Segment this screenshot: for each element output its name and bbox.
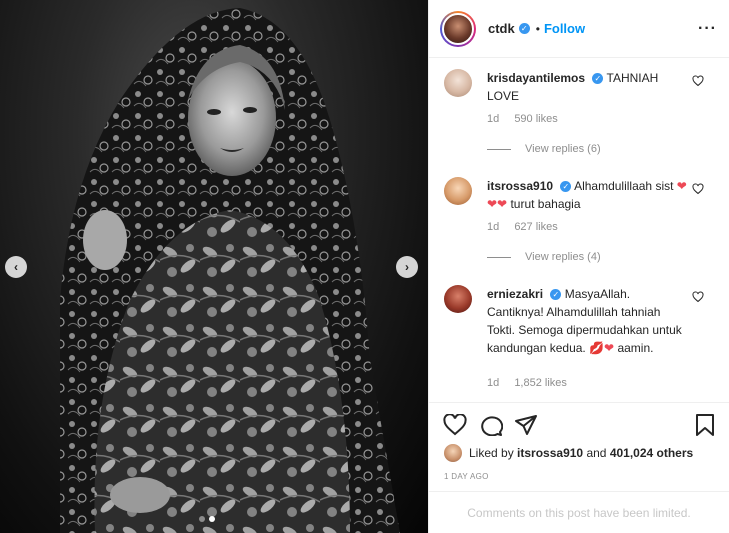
- commenter-username[interactable]: erniezakri: [487, 287, 543, 301]
- comment-time: 1d: [487, 113, 500, 125]
- liked-by-user[interactable]: itsrossa910: [517, 446, 583, 460]
- follow-button[interactable]: Follow: [544, 21, 585, 36]
- comment-body: erniezakri ✓ MasyaAllah. Cantiknya! Alha…: [487, 285, 687, 357]
- view-replies-label: View replies (4): [525, 251, 601, 263]
- save-bookmark-icon[interactable]: [695, 414, 715, 436]
- comment-time: 1d: [487, 377, 500, 389]
- comment-likes[interactable]: 1,852 likes: [514, 377, 567, 389]
- post-photo: ‹ ›: [0, 0, 428, 533]
- comment-meta: 1d 1,852 likes: [487, 377, 579, 389]
- post-actions: [429, 402, 729, 442]
- verified-badge-icon: ✓: [560, 181, 572, 193]
- post-header: ctdk ✓ • Follow ···: [429, 0, 729, 58]
- comments-list: krisdayantilemos ✓ TAHNIAH LOVE 1d 590 l…: [429, 59, 729, 402]
- comments-limited-notice: Comments on this post have been limited.: [429, 491, 729, 533]
- header-separator: •: [535, 21, 540, 36]
- commenter-avatar[interactable]: [444, 69, 472, 97]
- post-side-panel: ctdk ✓ • Follow ··· krisdayantilemos ✓ T…: [428, 0, 729, 533]
- liker-avatar[interactable]: [444, 444, 462, 462]
- liked-by-middle: and: [586, 446, 607, 460]
- view-replies-label: View replies (6): [525, 143, 601, 155]
- comment-time: 1d: [487, 221, 500, 233]
- chevron-right-icon: ›: [405, 260, 409, 274]
- post-time-ago[interactable]: 1 DAY AGO: [444, 472, 489, 481]
- author-username[interactable]: ctdk: [488, 21, 515, 36]
- like-comment-heart-icon[interactable]: [692, 183, 704, 195]
- like-comment-heart-icon[interactable]: [692, 291, 704, 303]
- photo-illustration: [60, 8, 400, 533]
- comment-body: itsrossa910 ✓ Alhamdulillaah sist ❤❤❤ tu…: [487, 177, 687, 213]
- liked-by-prefix: Liked by: [469, 446, 514, 460]
- previous-photo-button[interactable]: ‹: [5, 256, 27, 278]
- commenter-avatar[interactable]: [444, 177, 472, 205]
- kiss-heart-emoji: 💋❤: [589, 341, 615, 355]
- next-photo-button[interactable]: ›: [396, 256, 418, 278]
- verified-badge-icon: ✓: [592, 73, 604, 85]
- verified-badge-icon: ✓: [550, 289, 562, 301]
- view-replies-button[interactable]: View replies (4): [487, 251, 601, 263]
- like-heart-icon[interactable]: [443, 414, 467, 436]
- like-comment-heart-icon[interactable]: [692, 75, 704, 87]
- chevron-left-icon: ‹: [14, 260, 18, 274]
- carousel-dot: [199, 516, 205, 522]
- commenter-username[interactable]: krisdayantilemos: [487, 71, 585, 85]
- comment-likes[interactable]: 590 likes: [514, 113, 557, 125]
- more-horizontal-icon[interactable]: ···: [698, 20, 717, 38]
- comment-likes[interactable]: 627 likes: [514, 221, 557, 233]
- comment-body: krisdayantilemos ✓ TAHNIAH LOVE: [487, 69, 687, 105]
- verified-badge-icon: ✓: [518, 23, 530, 34]
- share-paper-plane-icon[interactable]: [514, 414, 538, 436]
- comment-meta: 1d 627 likes: [487, 221, 570, 233]
- commenter-avatar[interactable]: [444, 285, 472, 313]
- likes-summary: Liked by itsrossa910 and 401,024 others: [444, 444, 693, 462]
- comment-meta: 1d 590 likes: [487, 113, 570, 125]
- comment-text: Alhamdulillaah sist: [574, 179, 674, 193]
- carousel-indicator: [199, 516, 215, 522]
- comment-bubble-icon[interactable]: [479, 414, 503, 436]
- comment-text-after: aamin.: [617, 341, 654, 355]
- comment-text-after: turut bahagia: [510, 197, 581, 211]
- carousel-dot-active: [209, 516, 215, 522]
- author-avatar[interactable]: [440, 10, 476, 47]
- liked-by-others[interactable]: 401,024 others: [610, 446, 693, 460]
- view-replies-button[interactable]: View replies (6): [487, 143, 601, 155]
- commenter-username[interactable]: itsrossa910: [487, 179, 553, 193]
